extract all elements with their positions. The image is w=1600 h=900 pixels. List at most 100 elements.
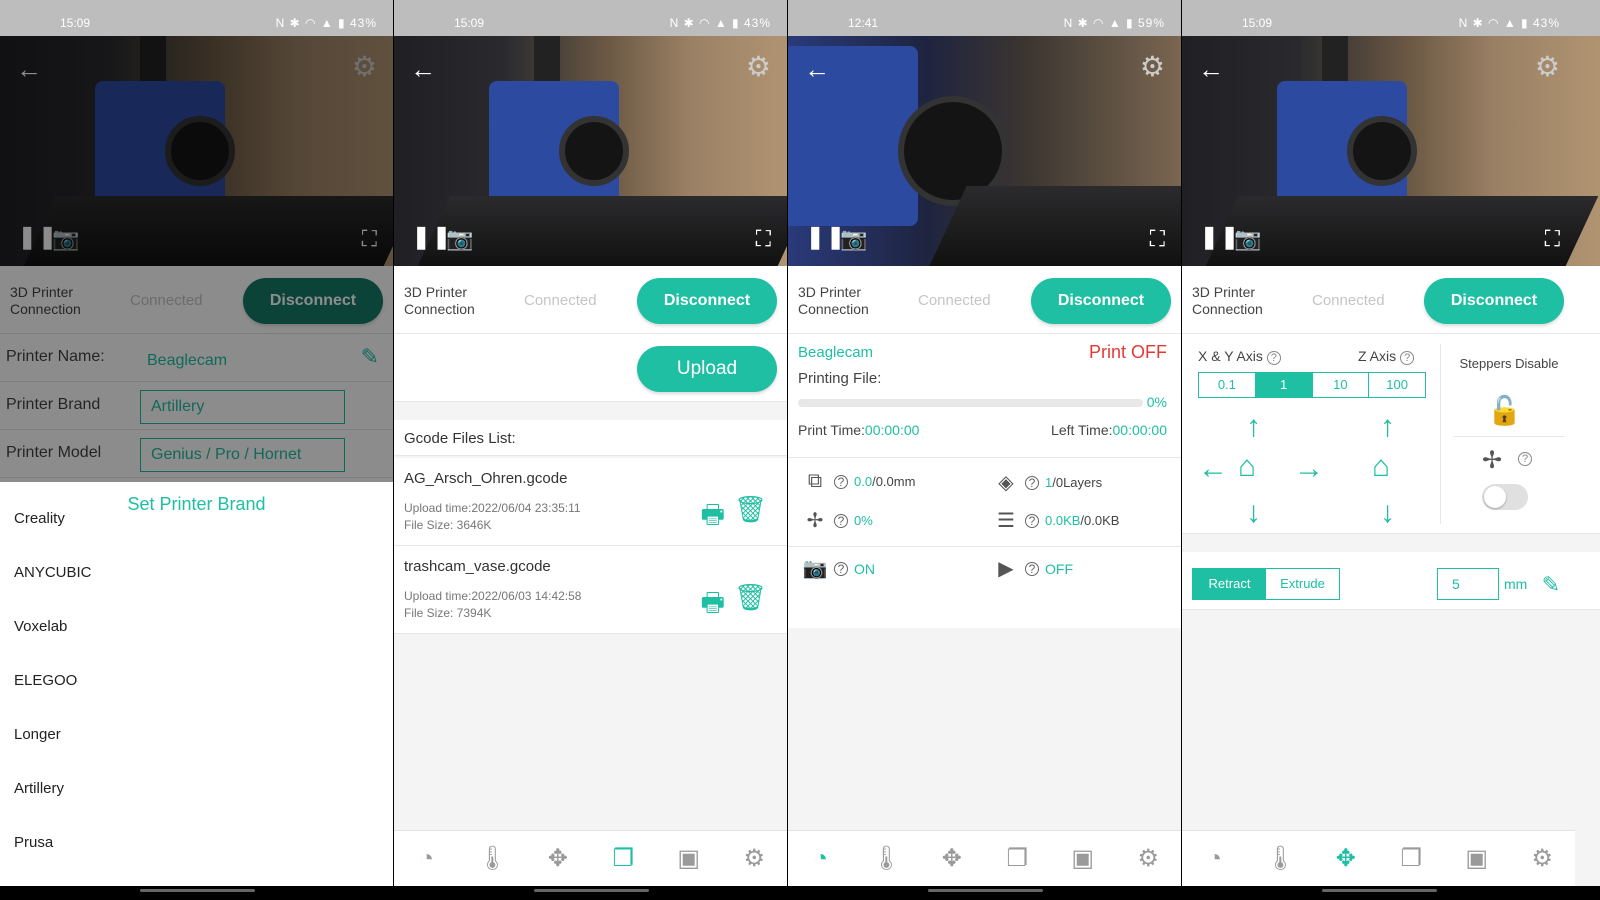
brand-option[interactable]: ELEGOO	[14, 672, 77, 689]
connection-bar: 3D Printer Connection Connected Disconne…	[788, 266, 1181, 334]
arrow-left-icon[interactable]: ←	[1198, 454, 1228, 484]
status-icons: N ✱ ◠ ▲ ▮ 43%	[669, 16, 771, 30]
extrude-button[interactable]: Extrude	[1266, 569, 1339, 599]
printer-model-field[interactable]: Genius / Pro / Hornet	[140, 438, 345, 472]
edit-pencil-icon[interactable]: ✎	[1542, 572, 1560, 598]
fan-info: ✢? 0%	[802, 508, 873, 533]
arrow-right-icon[interactable]: →	[1294, 454, 1324, 484]
help-icon[interactable]: ?	[834, 561, 848, 576]
printer-icon[interactable]: 🖶	[700, 584, 725, 628]
step-option[interactable]: 100	[1369, 373, 1425, 397]
thermometer-icon[interactable]: 🌡	[862, 844, 910, 873]
fullscreen-icon[interactable]: ⛶	[1545, 226, 1560, 252]
thermometer-icon[interactable]: 🌡	[468, 844, 516, 873]
help-icon[interactable]: ?	[834, 513, 848, 528]
connection-bar: 3D Printer Connection Connected Disconne…	[1182, 266, 1600, 334]
help-icon[interactable]: ?	[1025, 561, 1039, 576]
gear-icon[interactable]: ⚙	[1140, 50, 1165, 83]
brand-option[interactable]: Voxelab	[14, 618, 67, 635]
status-time: 15:09	[60, 16, 91, 30]
connection-bar: 3D Printer Connection Connected Disconne…	[394, 266, 787, 334]
move-icon[interactable]: ✥	[1322, 844, 1370, 873]
z-arrow-up-icon[interactable]: ↑	[1380, 412, 1395, 442]
help-icon[interactable]: ?	[834, 474, 848, 489]
status-icons: N ✱ ◠ ▲ ▮ 43%	[1458, 16, 1560, 30]
data-info: ☰? 0.0KB/0.0KB	[993, 508, 1119, 533]
printer-brand-field[interactable]: Artillery	[140, 390, 345, 424]
brand-option[interactable]: Longer	[14, 726, 61, 743]
upload-button[interactable]: Upload	[637, 346, 777, 392]
camera-snapshot-icon[interactable]: 📷	[446, 226, 473, 252]
move-icon[interactable]: ✥	[928, 844, 976, 873]
files-icon[interactable]: ❐	[1387, 844, 1435, 873]
printer-fan	[559, 116, 629, 186]
printer-fan	[1347, 116, 1417, 186]
gear-icon[interactable]: ⚙	[746, 50, 771, 83]
dashboard-icon[interactable]: ◔	[1191, 845, 1239, 873]
step-option[interactable]: 10	[1313, 373, 1370, 397]
video-file-icon[interactable]: ▣	[1059, 844, 1107, 873]
trash-icon[interactable]: 🗑	[734, 494, 767, 525]
disconnect-button[interactable]: Disconnect	[1031, 278, 1171, 324]
disconnect-button[interactable]: Disconnect	[1424, 278, 1564, 324]
arrow-down-icon[interactable]: ↓	[1246, 498, 1261, 528]
camera-icon: 📷	[802, 558, 828, 580]
file-upload-time: Upload time:2022/06/04 23:35:11	[404, 501, 581, 515]
brand-option[interactable]: Creality	[14, 510, 65, 527]
printer-icon[interactable]: 🖶	[700, 496, 725, 540]
height-total: /0.0mm	[872, 474, 916, 489]
gear-icon[interactable]: ⚙	[1535, 50, 1560, 83]
gcode-file-item[interactable]: AG_Arsch_Ohren.gcode Upload time:2022/06…	[394, 458, 787, 546]
unlock-icon[interactable]: 🔓	[1487, 394, 1522, 427]
trash-icon[interactable]: 🗑	[734, 582, 767, 613]
screen-files: 15:09 N ✱ ◠ ▲ ▮ 43% ← ⚙ ❚❚ 📷 ⛶ 3D Printe…	[394, 0, 787, 900]
move-icon[interactable]: ✥	[534, 844, 582, 873]
files-icon[interactable]: ❐	[993, 844, 1041, 873]
disconnect-button[interactable]: Disconnect	[637, 278, 777, 324]
height-info: ⧉? 0.0/0.0mm	[802, 470, 916, 493]
help-icon[interactable]: ?	[1025, 513, 1039, 528]
arrow-up-icon[interactable]: ↑	[1246, 412, 1261, 442]
edit-pencil-icon[interactable]: ✎	[361, 344, 379, 370]
help-icon[interactable]: ?	[1266, 351, 1281, 365]
video-file-icon[interactable]: ▣	[1453, 844, 1501, 873]
fullscreen-icon[interactable]: ⛶	[1150, 226, 1165, 252]
files-icon[interactable]: ❐	[599, 844, 647, 873]
help-icon[interactable]: ?	[1518, 452, 1532, 466]
gesture-bar	[788, 886, 1181, 900]
connection-label: 3D Printer Connection	[1192, 284, 1263, 317]
back-arrow-icon[interactable]: ←	[410, 54, 436, 85]
settings-icon[interactable]: ⚙	[730, 844, 778, 873]
fan-toggle[interactable]	[1482, 484, 1528, 510]
gesture-bar	[0, 886, 393, 900]
disconnect-button[interactable]: Disconnect	[243, 278, 383, 324]
record-state: OFF	[1045, 560, 1073, 577]
brand-option[interactable]: ANYCUBIC	[14, 564, 92, 581]
brand-option[interactable]: Artillery	[14, 780, 64, 797]
z-arrow-down-icon[interactable]: ↓	[1380, 498, 1395, 528]
settings-icon[interactable]: ⚙	[1124, 844, 1172, 873]
back-arrow-icon[interactable]: ←	[1198, 54, 1224, 85]
help-icon[interactable]: ?	[1400, 351, 1415, 365]
fan-value: 0%	[854, 513, 873, 528]
back-arrow-icon[interactable]: ←	[804, 54, 830, 85]
camera-snapshot-icon[interactable]: 📷	[840, 226, 867, 252]
retract-button[interactable]: Retract	[1193, 569, 1266, 599]
connection-state: Connected	[1312, 292, 1385, 309]
video-file-icon[interactable]: ▣	[665, 844, 713, 873]
dashboard-icon[interactable]: ◔	[797, 845, 845, 873]
extrude-amount-field[interactable]: 5	[1437, 568, 1499, 600]
brand-option[interactable]: Prusa	[14, 834, 53, 851]
z-home-icon[interactable]: ⌂	[1372, 452, 1390, 482]
step-option[interactable]: 1	[1255, 373, 1313, 397]
camera-snapshot-icon[interactable]: 📷	[1234, 226, 1261, 252]
dashboard-icon[interactable]: ◔	[403, 845, 451, 873]
settings-icon[interactable]: ⚙	[1518, 844, 1566, 873]
thermometer-icon[interactable]: 🌡	[1256, 844, 1304, 873]
gcode-file-item[interactable]: trashcam_vase.gcode Upload time:2022/06/…	[394, 546, 787, 634]
fullscreen-icon[interactable]: ⛶	[756, 226, 771, 252]
home-icon[interactable]: ⌂	[1238, 452, 1256, 482]
camera-info: 📷? ON	[802, 556, 875, 581]
help-icon[interactable]: ?	[1025, 475, 1039, 490]
step-option[interactable]: 0.1	[1199, 373, 1256, 397]
